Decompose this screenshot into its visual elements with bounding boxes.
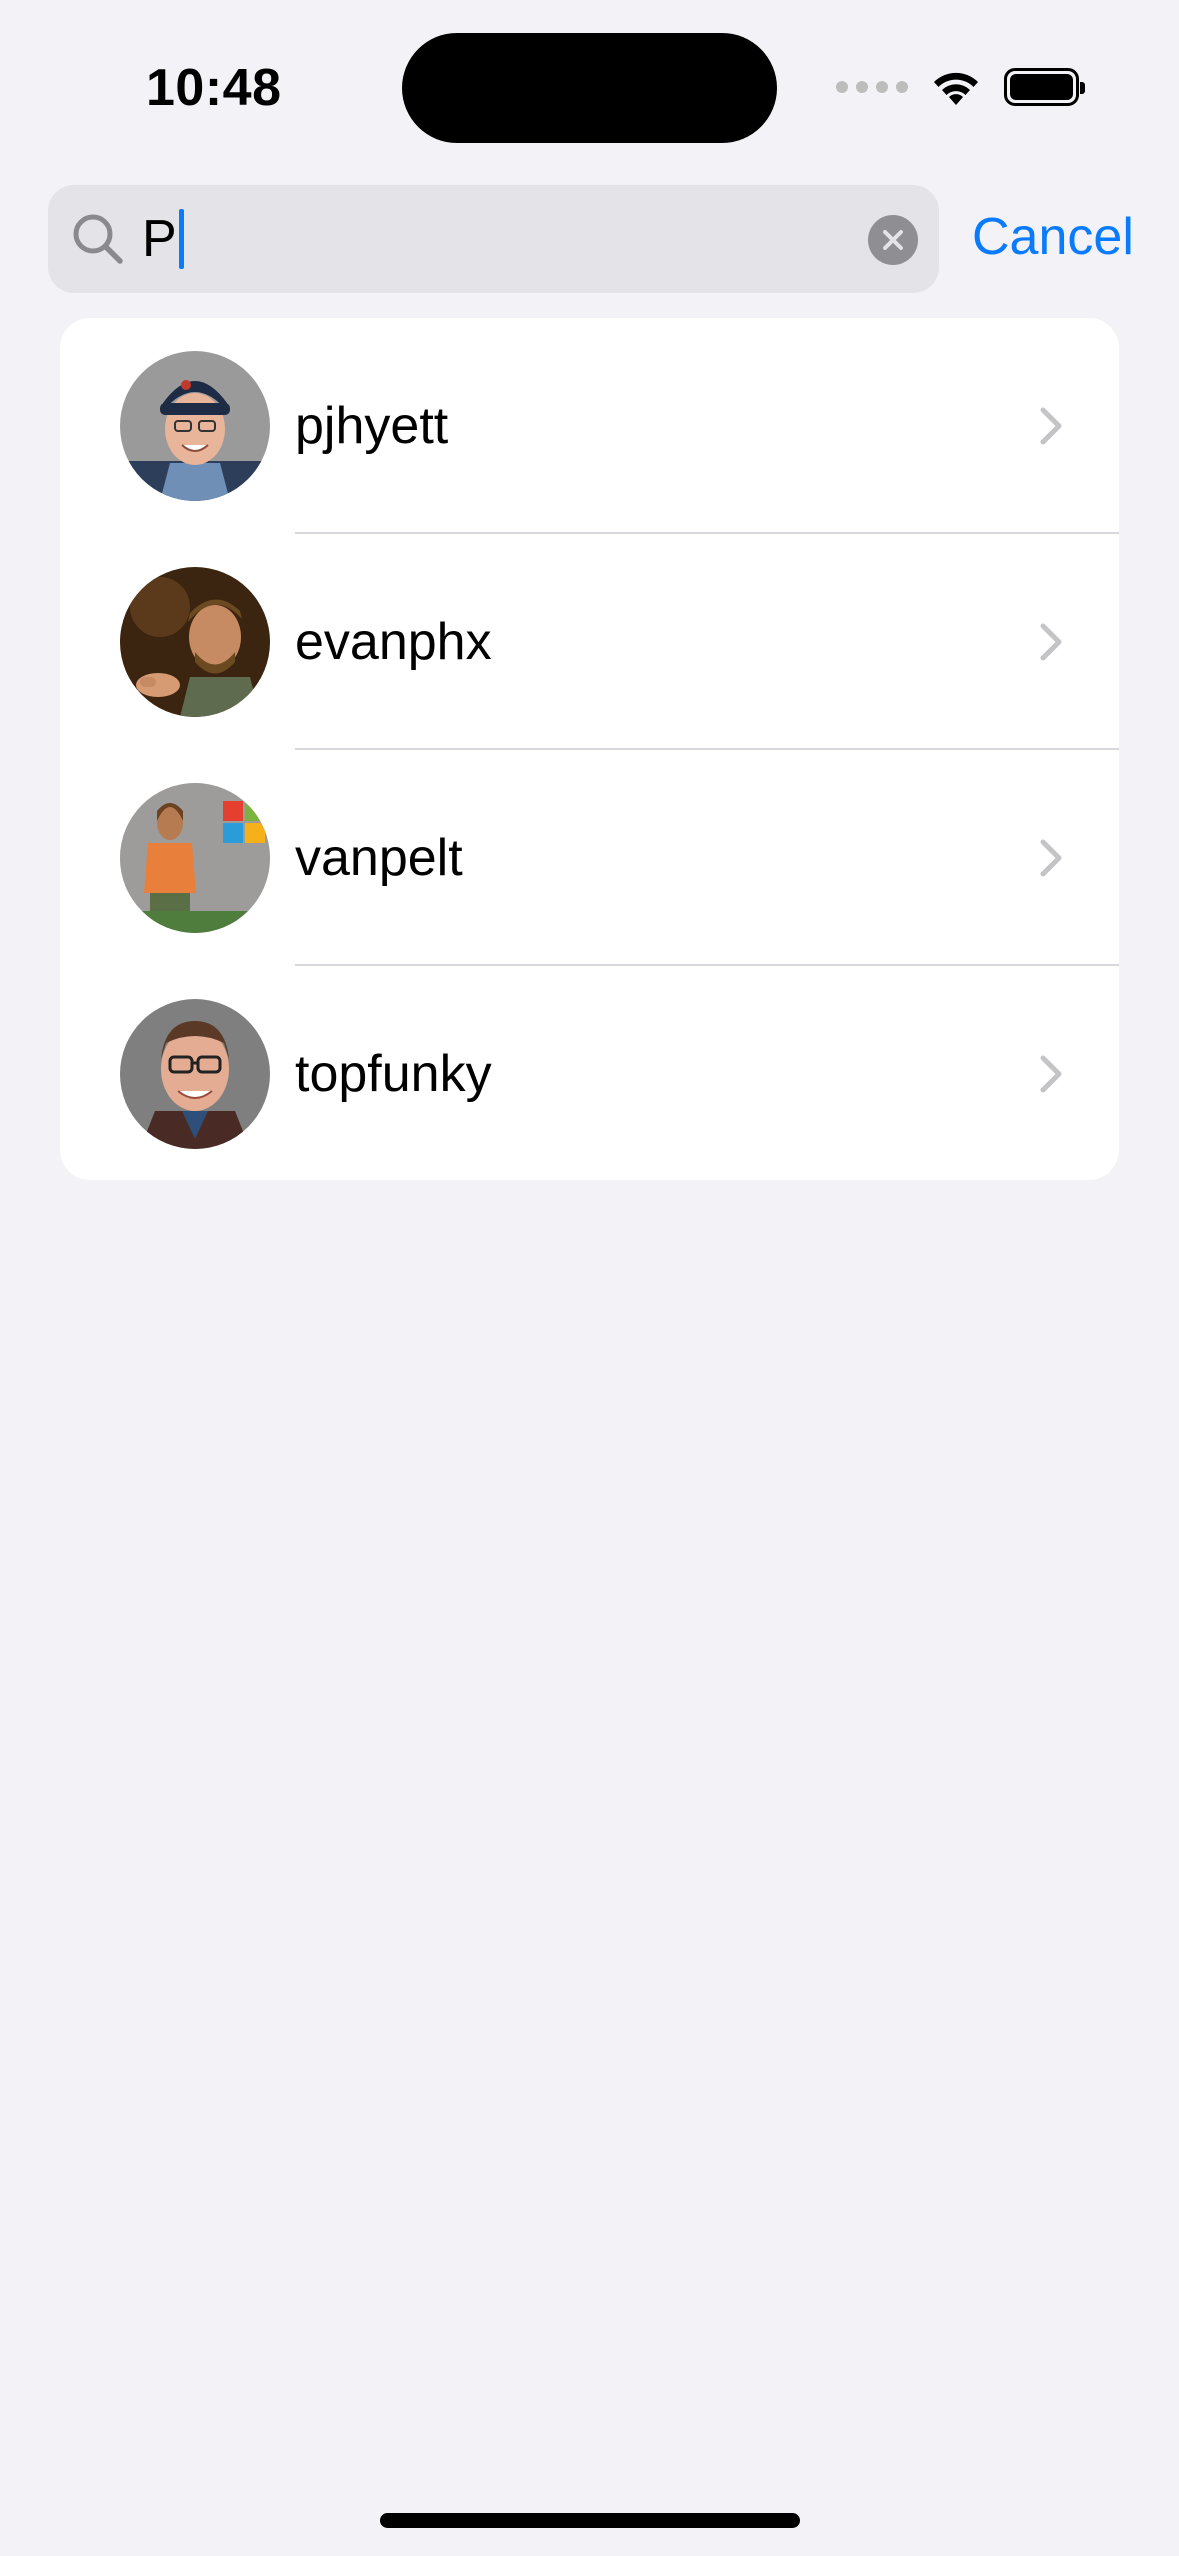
- list-item[interactable]: topfunky: [60, 966, 1119, 1180]
- list-item[interactable]: pjhyett: [60, 318, 1119, 534]
- avatar: [120, 567, 270, 717]
- chevron-right-icon: [1040, 839, 1062, 877]
- list-item[interactable]: vanpelt: [60, 750, 1119, 966]
- battery-icon: [1004, 68, 1085, 106]
- search-value: P: [142, 207, 184, 271]
- username: pjhyett: [295, 397, 449, 455]
- list-item[interactable]: evanphx: [60, 534, 1119, 750]
- clear-icon[interactable]: [868, 215, 918, 265]
- status-time: 10:48: [146, 59, 282, 117]
- status-icons: [836, 62, 1085, 112]
- avatar: [120, 999, 270, 1149]
- cellular-dots-icon: [836, 81, 908, 93]
- username: topfunky: [295, 1045, 492, 1103]
- chevron-right-icon: [1040, 1055, 1062, 1093]
- results-list: pjhyett evanphx vanpelt topfunky: [60, 318, 1119, 1180]
- chevron-right-icon: [1040, 623, 1062, 661]
- text-cursor: [178, 209, 184, 269]
- cancel-button[interactable]: Cancel: [972, 205, 1134, 269]
- chevron-right-icon: [1040, 407, 1062, 445]
- search-input[interactable]: P: [48, 185, 939, 293]
- username: vanpelt: [295, 829, 463, 887]
- avatar: [120, 351, 270, 501]
- wifi-icon: [934, 72, 978, 105]
- avatar: [120, 783, 270, 933]
- search-icon: [73, 214, 123, 264]
- dynamic-island: [402, 33, 777, 143]
- search-text: P: [142, 210, 177, 268]
- screen: 10:48 P Cancel pjhyett evanphx vanpelt t…: [0, 0, 1179, 2556]
- home-indicator[interactable]: [380, 2513, 800, 2528]
- close-icon: [883, 230, 903, 250]
- username: evanphx: [295, 613, 492, 671]
